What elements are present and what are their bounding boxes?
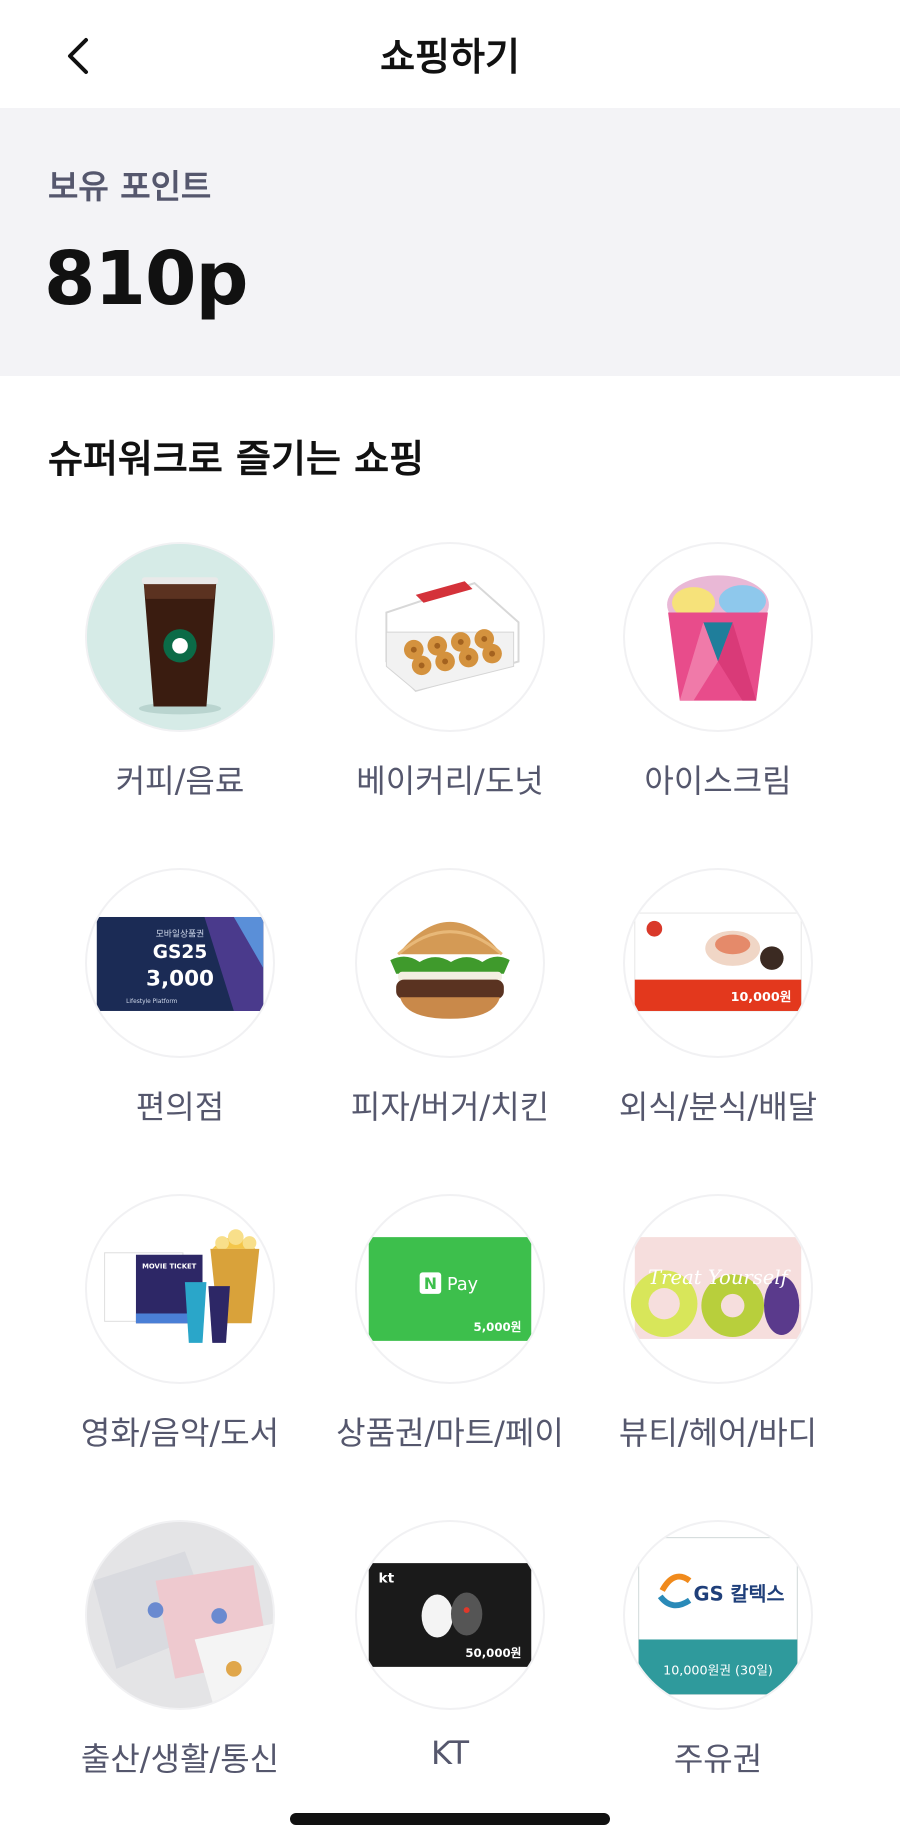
svg-text:kt: kt [379, 1571, 395, 1587]
category-label: 상품권/마트/페이 [336, 1414, 564, 1452]
gs-caltex-card-icon: GS 칼텍스 10,000원권 (30일) [623, 1520, 813, 1710]
category-ice-cream[interactable]: 아이스크림 [584, 538, 852, 828]
category-bakery[interactable]: 베이커리/도넛 [316, 538, 584, 828]
card-brand-text: GS25 [153, 942, 208, 963]
category-label: 주유권 [673, 1740, 763, 1778]
category-fuel[interactable]: GS 칼텍스 10,000원권 (30일) 주유권 [584, 1516, 852, 1806]
category-kt[interactable]: kt 50,000원 KT [316, 1516, 584, 1806]
burger-icon [355, 868, 545, 1058]
category-label: 피자/버거/치킨 [350, 1088, 550, 1126]
card-amount-text: 3,000 [146, 967, 214, 992]
ice-cream-icon [623, 542, 813, 732]
header: 쇼핑하기 [0, 0, 900, 108]
card-amount-text: 5,000원 [474, 1320, 522, 1334]
card-brand-text: GS 칼텍스 [694, 1582, 785, 1605]
category-convenience[interactable]: 모바일상품권 GS25 3,000 Lifestyle Platform 편의점 [46, 864, 314, 1154]
donut-box-icon [355, 542, 545, 732]
category-label: 출산/생활/통신 [80, 1740, 280, 1778]
category-label: 베이커리/도넛 [356, 762, 544, 800]
towel-icon [85, 1520, 275, 1710]
home-indicator[interactable] [290, 1813, 610, 1825]
coffee-icon [85, 542, 275, 732]
kt-card-icon: kt 50,000원 [355, 1520, 545, 1710]
card-text: Pay [447, 1275, 478, 1295]
points-panel: 보유 포인트 810p [0, 108, 900, 376]
category-label: 커피/음료 [115, 762, 245, 800]
beauty-card-icon: Treat Yourself [623, 1194, 813, 1384]
category-voucher-pay[interactable]: N Pay 5,000원 상품권/마트/페이 [316, 1190, 584, 1480]
category-label: 영화/음악/도서 [80, 1414, 280, 1452]
category-movie[interactable]: MOVIE TICKET 영화/음악/도서 [46, 1190, 314, 1480]
card-amount-text: 10,000원 [731, 989, 792, 1004]
food-voucher-icon: 10,000원 [623, 868, 813, 1058]
category-label: 외식/분식/배달 [618, 1088, 818, 1126]
card-text: Treat Yourself [648, 1266, 792, 1289]
svg-text:N: N [424, 1274, 437, 1293]
points-value: 810p [44, 236, 248, 322]
category-beauty[interactable]: Treat Yourself 뷰티/헤어/바디 [584, 1190, 852, 1480]
category-coffee[interactable]: 커피/음료 [46, 538, 314, 828]
card-footer-text: Lifestyle Platform [126, 999, 177, 1005]
npay-card-icon: N Pay 5,000원 [355, 1194, 545, 1384]
category-dining[interactable]: 10,000원 외식/분식/배달 [584, 864, 852, 1154]
category-living[interactable]: 출산/생활/통신 [46, 1516, 314, 1806]
category-label: 뷰티/헤어/바디 [618, 1414, 818, 1452]
section-title: 슈퍼워크로 즐기는 쇼핑 [48, 437, 425, 481]
card-top-text: 모바일상품권 [156, 928, 205, 940]
card-amount-text: 50,000원 [465, 1646, 521, 1660]
category-label: KT [430, 1734, 470, 1772]
category-pizza-burger[interactable]: 피자/버거/치킨 [316, 864, 584, 1154]
category-label: 아이스크림 [644, 762, 792, 800]
card-amount-text: 10,000원권 (30일) [663, 1663, 773, 1678]
points-label: 보유 포인트 [48, 167, 212, 206]
movie-ticket-icon: MOVIE TICKET [85, 1194, 275, 1384]
page-title: 쇼핑하기 [380, 35, 520, 79]
gift-card-icon: 모바일상품권 GS25 3,000 Lifestyle Platform [85, 868, 275, 1058]
card-text: MOVIE TICKET [142, 1262, 197, 1270]
category-label: 편의점 [135, 1088, 225, 1126]
